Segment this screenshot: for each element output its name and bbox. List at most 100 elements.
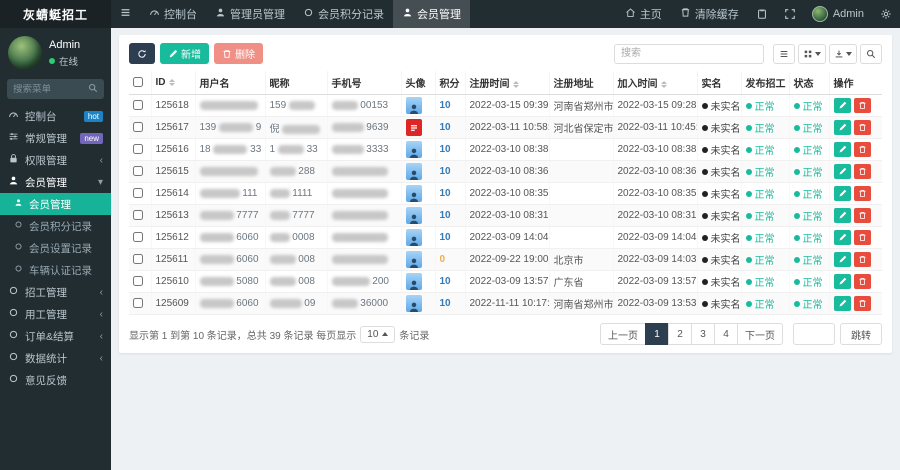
row-delete-button[interactable]	[854, 120, 871, 135]
sidebar-subitem-1[interactable]: 会员积分记录	[0, 215, 111, 237]
column-header-12[interactable]: 操作	[829, 71, 882, 95]
jump-page-input[interactable]	[793, 323, 835, 345]
row-delete-button[interactable]	[854, 296, 871, 311]
row-checkbox[interactable]	[133, 210, 143, 220]
sidebar-item-0[interactable]: 控制台hot	[0, 105, 111, 127]
per-page-select[interactable]: 10	[360, 326, 395, 343]
table-search-input[interactable]	[614, 44, 764, 64]
row-checkbox[interactable]	[133, 232, 143, 242]
edit-button[interactable]	[834, 230, 851, 245]
row-checkbox[interactable]	[133, 276, 143, 286]
delete-button[interactable]: 删除	[214, 43, 263, 64]
cell-status: 正常	[789, 293, 829, 315]
edit-button[interactable]	[834, 186, 851, 201]
jump-button[interactable]: 跳转	[840, 323, 882, 345]
page-button-4[interactable]: 4	[714, 323, 738, 345]
page-button-2[interactable]: 2	[668, 323, 692, 345]
row-checkbox[interactable]	[133, 188, 143, 198]
columns-button[interactable]	[798, 44, 826, 64]
sidebar-item-4[interactable]: 招工管理‹	[0, 281, 111, 303]
status-label: 正常	[803, 208, 823, 223]
add-button[interactable]: 新增	[160, 43, 209, 64]
row-checkbox[interactable]	[133, 100, 143, 110]
row-delete-button[interactable]	[854, 98, 871, 113]
column-header-10[interactable]: 发布招工	[741, 71, 789, 95]
sidebar-search	[7, 79, 104, 99]
column-header-8[interactable]: 加入时间	[613, 71, 697, 95]
sidebar-item-1[interactable]: 常规管理new	[0, 127, 111, 149]
column-header-6[interactable]: 注册时间	[465, 71, 549, 95]
sidebar-item-8[interactable]: 意见反馈	[0, 369, 111, 391]
column-header-0[interactable]: ID	[151, 71, 195, 95]
edit-button[interactable]	[834, 164, 851, 179]
user-icon	[215, 7, 226, 21]
next-page-button[interactable]: 下一页	[737, 323, 783, 345]
row-checkbox[interactable]	[133, 166, 143, 176]
sidebar-item-7[interactable]: 数据统计‹	[0, 347, 111, 369]
column-header-3[interactable]: 手机号	[327, 71, 401, 95]
column-header-11[interactable]: 状态	[789, 71, 829, 95]
sidebar-item-3[interactable]: 会员管理▾	[0, 171, 111, 193]
row-delete-button[interactable]	[854, 230, 871, 245]
row-checkbox-cell	[129, 95, 151, 117]
clear-cache-button[interactable]: 清除缓存	[671, 0, 748, 28]
edit-button[interactable]	[834, 142, 851, 157]
row-checkbox[interactable]	[133, 144, 143, 154]
row-checkbox[interactable]	[133, 254, 143, 264]
sidebar-menu-group-6: 订单&结算‹	[0, 325, 111, 347]
search-icon	[88, 83, 98, 96]
status-dot-icon	[794, 147, 800, 153]
cell-nickname: 倪	[265, 117, 327, 139]
page-button-3[interactable]: 3	[691, 323, 715, 345]
column-header-5[interactable]: 积分	[435, 71, 465, 95]
edit-button[interactable]	[834, 208, 851, 223]
cell-avatar	[401, 271, 435, 293]
column-header-4[interactable]: 头像	[401, 71, 435, 95]
cell-username	[195, 95, 265, 117]
row-checkbox[interactable]	[133, 298, 143, 308]
gear-icon[interactable]	[872, 0, 900, 28]
column-header-7[interactable]: 注册地址	[549, 71, 613, 95]
row-delete-button[interactable]	[854, 252, 871, 267]
top-nav-item-3[interactable]: 会员管理	[393, 0, 470, 28]
edit-button[interactable]	[834, 98, 851, 113]
sidebar-subitem-label: 会员设置记录	[29, 241, 103, 256]
page-button-1[interactable]: 1	[645, 323, 669, 345]
sidebar-item-6[interactable]: 订单&结算‹	[0, 325, 111, 347]
row-delete-button[interactable]	[854, 142, 871, 157]
sidebar-subitem-2[interactable]: 会员设置记录	[0, 237, 111, 259]
refresh-button[interactable]	[129, 43, 155, 64]
edit-button[interactable]	[834, 120, 851, 135]
prev-page-button[interactable]: 上一页	[600, 323, 646, 345]
sidebar-search-input[interactable]	[13, 84, 88, 95]
chevron-left-icon: ‹	[100, 287, 103, 298]
user-menu[interactable]: Admin	[804, 0, 872, 28]
sidebar-subitem-3[interactable]: 车辆认证记录	[0, 259, 111, 281]
row-delete-button[interactable]	[854, 164, 871, 179]
column-header-1[interactable]: 用户名	[195, 71, 265, 95]
fullscreen-icon[interactable]	[776, 0, 804, 28]
row-checkbox[interactable]	[133, 122, 143, 132]
top-nav-item-2[interactable]: 会员积分记录	[294, 0, 393, 28]
home-link[interactable]: 主页	[616, 0, 671, 28]
row-delete-button[interactable]	[854, 274, 871, 289]
search-toggle-button[interactable]	[860, 44, 882, 64]
sidebar-toggle-button[interactable]	[111, 0, 140, 28]
top-nav-item-1[interactable]: 管理员管理	[206, 0, 294, 28]
top-nav-item-0[interactable]: 控制台	[140, 0, 206, 28]
row-delete-button[interactable]	[854, 186, 871, 201]
edit-button[interactable]	[834, 296, 851, 311]
select-all-checkbox[interactable]	[133, 77, 143, 87]
clipboard-icon[interactable]	[748, 0, 776, 28]
sidebar-subitem-0[interactable]: 会员管理	[0, 193, 111, 215]
sidebar-item-5[interactable]: 用工管理‹	[0, 303, 111, 325]
edit-button[interactable]	[834, 274, 851, 289]
visible-fragment: 00153	[358, 100, 389, 111]
edit-button[interactable]	[834, 252, 851, 267]
column-header-2[interactable]: 昵称	[265, 71, 327, 95]
toggle-view-button[interactable]	[773, 44, 795, 64]
row-delete-button[interactable]	[854, 208, 871, 223]
export-button[interactable]	[829, 44, 857, 64]
column-header-9[interactable]: 实名	[697, 71, 741, 95]
sidebar-item-2[interactable]: 权限管理‹	[0, 149, 111, 171]
